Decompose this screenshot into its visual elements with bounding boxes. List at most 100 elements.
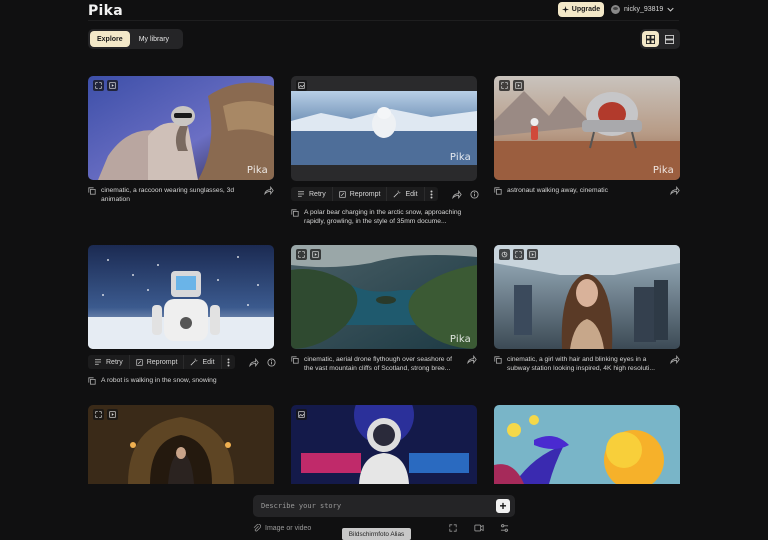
video-card[interactable]: [291, 405, 477, 484]
camera-icon[interactable]: [474, 524, 484, 532]
edit-button[interactable]: Edit: [184, 355, 222, 369]
edit-button[interactable]: Edit: [387, 187, 425, 201]
caption-text: cinematic, a raccoon wearing sunglasses,…: [101, 187, 235, 203]
more-options-icon[interactable]: [425, 187, 438, 201]
info-icon[interactable]: [469, 188, 479, 200]
edit-label: Edit: [202, 358, 215, 366]
reprompt-button[interactable]: Reprompt: [130, 355, 185, 369]
video-thumbnail[interactable]: Pika: [88, 76, 274, 180]
video-thumbnail[interactable]: Pika: [291, 76, 477, 181]
attach-image-video-button[interactable]: Image or video: [253, 524, 311, 533]
video-card[interactable]: [88, 405, 274, 484]
card-caption: A robot is walking in the snow, snowing: [88, 376, 274, 385]
reprompt-icon: [136, 358, 143, 366]
image-icon: [296, 409, 307, 420]
action-bar: Retry Reprompt Edit: [291, 187, 438, 201]
video-thumbnail[interactable]: [88, 245, 274, 349]
info-icon[interactable]: [266, 356, 276, 368]
video-icon: [107, 409, 118, 420]
card-actions: Retry Reprompt Edit: [88, 355, 276, 369]
pika-watermark: Pika: [246, 165, 268, 176]
video-card[interactable]: Retry Reprompt Edit A robot is walking i…: [88, 245, 276, 385]
card-caption: A polar bear charging in the arctic snow…: [291, 208, 477, 226]
video-card[interactable]: cinematic, a girl with hair and blinking…: [494, 245, 680, 373]
copy-icon[interactable]: [291, 356, 299, 364]
magic-icon[interactable]: [499, 249, 510, 260]
retry-icon: [95, 359, 101, 365]
share-icon[interactable]: [451, 188, 462, 200]
upgrade-label: Upgrade: [571, 6, 601, 13]
video-thumbnail[interactable]: Pika: [494, 76, 680, 180]
avatar: [611, 5, 620, 14]
fullscreen-icon[interactable]: [93, 80, 104, 91]
card-caption: cinematic, a girl with hair and blinking…: [494, 355, 680, 373]
caption-text: cinematic, a girl with hair and blinking…: [507, 356, 655, 372]
chevron-down-icon: [667, 7, 674, 12]
video-card[interactable]: Pika astronaut walking away, cinematic: [494, 76, 680, 195]
coral-reef-thumbnail-image: [494, 405, 680, 484]
image-icon: [296, 80, 307, 91]
video-thumbnail[interactable]: Pika: [291, 245, 477, 349]
more-options-icon[interactable]: [222, 355, 235, 369]
retry-button[interactable]: Retry: [291, 187, 333, 201]
video-thumbnail[interactable]: [494, 245, 680, 349]
fullscreen-icon[interactable]: [499, 80, 510, 91]
upgrade-button[interactable]: Upgrade: [558, 2, 604, 17]
caption-text: astronaut walking away, cinematic: [507, 187, 608, 194]
edit-wand-icon: [190, 358, 198, 366]
video-icon: [527, 249, 538, 260]
share-icon[interactable]: [670, 186, 680, 195]
reprompt-icon: [339, 190, 346, 198]
video-thumbnail[interactable]: [291, 405, 477, 484]
video-thumbnail[interactable]: [88, 405, 274, 484]
share-icon[interactable]: [248, 356, 259, 368]
fullscreen-icon[interactable]: [93, 409, 104, 420]
share-icon[interactable]: [670, 355, 680, 364]
video-card[interactable]: Pika Retry Reprompt Edit A polar bear ch…: [291, 76, 479, 226]
pika-watermark: Pika: [449, 334, 471, 345]
tab-my-library[interactable]: My library: [132, 31, 176, 47]
pika-watermark: Pika: [449, 152, 471, 163]
share-icon[interactable]: [264, 186, 274, 195]
card-caption: cinematic, a raccoon wearing sunglasses,…: [88, 186, 274, 204]
edit-wand-icon: [393, 190, 401, 198]
reprompt-label: Reprompt: [349, 190, 381, 198]
retry-label: Retry: [106, 358, 123, 366]
reprompt-button[interactable]: Reprompt: [333, 187, 388, 201]
pika-logo[interactable]: Pika: [88, 3, 123, 19]
grid-view-icon[interactable]: [642, 31, 659, 47]
video-card[interactable]: [494, 405, 680, 484]
video-icon: [513, 80, 524, 91]
edit-label: Edit: [405, 190, 418, 198]
copy-icon[interactable]: [88, 187, 96, 195]
astronaut-neon-thumbnail-image: [291, 405, 477, 484]
sparkle-icon: [561, 6, 569, 13]
list-view-icon[interactable]: [661, 31, 678, 47]
story-prompt-input[interactable]: [261, 502, 481, 510]
video-thumbnail[interactable]: [494, 405, 680, 484]
copy-icon[interactable]: [494, 187, 502, 195]
video-card[interactable]: Pika cinematic, aerial drone flythough o…: [291, 245, 477, 373]
plus-icon[interactable]: +: [496, 499, 510, 513]
fullscreen-icon[interactable]: [513, 249, 524, 260]
paperclip-icon: [253, 524, 261, 532]
copy-icon[interactable]: [291, 209, 299, 217]
share-icon[interactable]: [467, 355, 477, 364]
video-card[interactable]: Pika cinematic, a raccoon wearing sungla…: [88, 76, 274, 204]
subway-girl-thumbnail-image: [494, 245, 680, 349]
tab-explore[interactable]: Explore: [90, 31, 130, 47]
user-menu[interactable]: nicky_93819: [611, 3, 674, 16]
fullscreen-icon[interactable]: [296, 249, 307, 260]
aspect-ratio-icon[interactable]: [449, 524, 457, 532]
copy-icon[interactable]: [494, 356, 502, 364]
header-divider: [88, 20, 679, 21]
action-bar: Retry Reprompt Edit: [88, 355, 235, 369]
video-icon: [310, 249, 321, 260]
copy-icon[interactable]: [88, 377, 96, 385]
caption-text: cinematic, aerial drone flythough over s…: [304, 356, 452, 372]
caption-text: A robot is walking in the snow, snowing: [101, 377, 217, 384]
retry-button[interactable]: Retry: [88, 355, 130, 369]
tab-switcher: Explore My library: [88, 29, 183, 49]
settings-sliders-icon[interactable]: [500, 524, 509, 532]
card-caption: cinematic, aerial drone flythough over s…: [291, 355, 477, 373]
